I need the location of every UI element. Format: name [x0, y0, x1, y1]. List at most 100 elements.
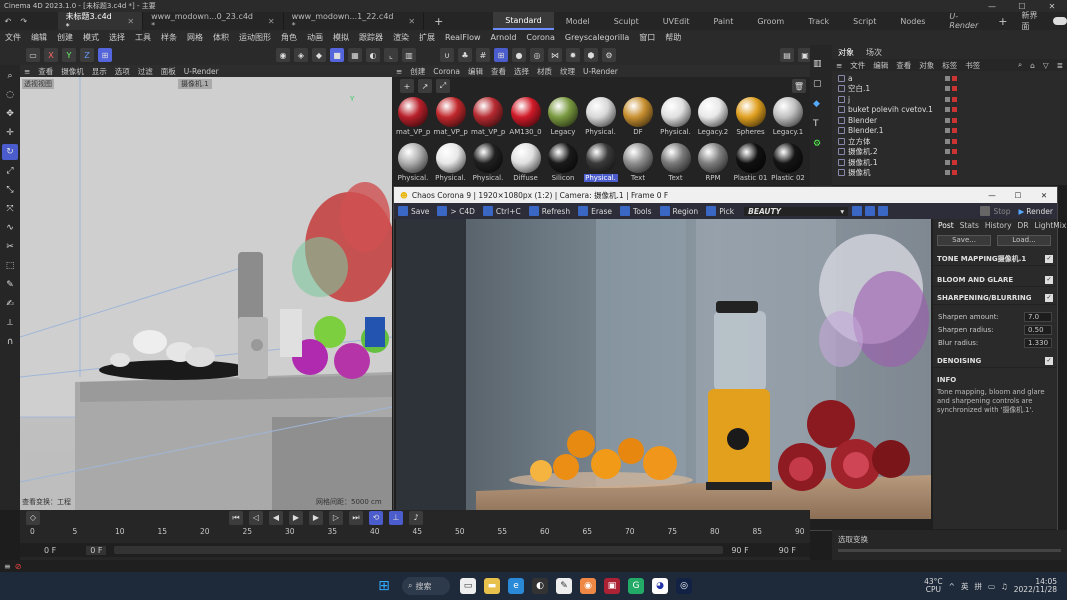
close-icon[interactable]: ✕	[268, 17, 275, 26]
material-swatch[interactable]: mat_VP_p	[471, 97, 505, 136]
next-frame-icon[interactable]: ▶	[309, 510, 323, 525]
magnet-tool-icon[interactable]: ∩	[2, 334, 18, 350]
zoom-in-icon[interactable]	[852, 206, 863, 216]
object-row[interactable]: buket polevih cvetov.1	[832, 105, 1067, 116]
material-swatch[interactable]: Text	[621, 143, 655, 182]
transform-icon[interactable]: ⤡	[2, 182, 18, 198]
viewport-menu-item[interactable]: 摄像机	[57, 66, 88, 77]
menu-item[interactable]: 跟踪器	[354, 32, 388, 43]
workplane-icon[interactable]: ⌞	[384, 48, 398, 62]
object-row[interactable]: j	[832, 94, 1067, 105]
copy-button[interactable]: Ctrl+C	[479, 206, 525, 216]
axis-y-icon[interactable]: Y	[62, 48, 76, 62]
zoom-out-icon[interactable]	[878, 206, 889, 216]
render-button[interactable]: ▶ Render	[1015, 207, 1057, 216]
render-view-icon[interactable]: ▤	[780, 48, 794, 62]
move-icon[interactable]: ✛	[2, 125, 18, 141]
material-menu-item[interactable]: 查看	[487, 66, 510, 77]
axis-x-icon[interactable]: X	[44, 48, 58, 62]
object-tab[interactable]: 对象	[832, 47, 860, 58]
material-menu-item[interactable]: 编辑	[464, 66, 487, 77]
lightbulb-icon[interactable]: ✹	[566, 48, 580, 62]
object-flags[interactable]	[945, 96, 957, 102]
material-swatch[interactable]: Diffuse	[509, 143, 543, 182]
stop-button[interactable]: Stop	[976, 206, 1014, 216]
lattice-icon[interactable]: ⊞	[494, 48, 508, 62]
close-button[interactable]: ✕	[1031, 191, 1057, 200]
end-frame[interactable]: 90 F	[731, 546, 748, 555]
home-icon[interactable]: ⌂	[1026, 61, 1039, 70]
camera-icon[interactable]: ⬢	[584, 48, 598, 62]
box-icon[interactable]: ◆	[813, 99, 829, 115]
loop-icon[interactable]: ⟲	[369, 510, 383, 525]
go-start-icon[interactable]: ⏮	[229, 510, 243, 525]
toggle-switch[interactable]	[1053, 17, 1067, 25]
menu-item[interactable]: 体积	[208, 32, 234, 43]
record-icon[interactable]: ⊥	[389, 510, 403, 525]
start-frame[interactable]: 0 F	[44, 546, 56, 555]
material-swatch[interactable]: Physical.	[434, 143, 468, 182]
hamburger-icon[interactable]: ≡	[4, 562, 11, 571]
target-icon[interactable]: ◎	[530, 48, 544, 62]
pass-select[interactable]: BEAUTY ▾	[744, 206, 849, 216]
object-menu-item[interactable]: 标签	[938, 60, 961, 71]
pipette-icon[interactable]: ⤢	[436, 79, 450, 93]
menu-item[interactable]: RealFlow	[440, 33, 486, 42]
bloom-checkbox[interactable]: ✓	[1045, 276, 1053, 284]
measure-icon[interactable]: ⟂	[2, 315, 18, 331]
object-flags[interactable]	[945, 159, 957, 165]
viewport-menu-item[interactable]: 过滤	[134, 66, 157, 77]
material-swatch[interactable]: DF	[621, 97, 655, 136]
notepad-icon[interactable]: ✎	[556, 578, 572, 594]
filter-icon[interactable]: ▽	[1039, 61, 1053, 70]
zoom-fit-icon[interactable]	[865, 206, 876, 216]
object-row[interactable]: 摄像机.2	[832, 147, 1067, 158]
tone-mapping-checkbox[interactable]: ✓	[1045, 255, 1053, 263]
material-menu-item[interactable]: 创建	[406, 66, 429, 77]
uv-mode-icon[interactable]: ▦	[348, 48, 362, 62]
menu-item[interactable]: 帮助	[660, 32, 686, 43]
palette-icon[interactable]: ▥	[813, 59, 829, 75]
bloom-section[interactable]: BLOOM AND GLARE ✓	[933, 274, 1057, 287]
menu-item[interactable]: 窗口	[634, 32, 660, 43]
search-box[interactable]: ⌕ 搜索	[402, 577, 450, 595]
menu-item[interactable]: 文件	[0, 32, 26, 43]
polygon-mode-icon[interactable]: ◆	[312, 48, 326, 62]
folder-icon[interactable]: ▬	[484, 578, 500, 594]
menu-item[interactable]: 编辑	[26, 32, 52, 43]
c4d-taskbar-icon[interactable]: ◎	[676, 578, 692, 594]
save-settings-button[interactable]: Save...	[937, 234, 991, 246]
material-swatch[interactable]: Physical.	[471, 143, 505, 182]
keyframe-icon[interactable]: ◇	[26, 510, 40, 525]
viewport-menu-item[interactable]: 查看	[34, 66, 57, 77]
text-icon[interactable]: T	[813, 119, 829, 135]
files-icon[interactable]: ▭	[460, 578, 476, 594]
material-swatch[interactable]: mat_VP_p	[434, 97, 468, 136]
settings-icon[interactable]: ≣	[1053, 61, 1067, 70]
menu-item[interactable]: 角色	[276, 32, 302, 43]
object-flags[interactable]	[945, 149, 957, 155]
app3-icon[interactable]: ◕	[652, 578, 668, 594]
menu-item[interactable]: Arnold	[486, 33, 522, 42]
play-icon[interactable]: ▶	[289, 510, 303, 525]
hamburger-icon[interactable]: ≡	[392, 67, 406, 76]
prev-key-icon[interactable]: ◁	[249, 510, 263, 525]
add-layout-icon[interactable]: +	[992, 15, 1013, 28]
corona-side-tab[interactable]: Stats	[957, 221, 982, 230]
menu-item[interactable]: 渲染	[388, 32, 414, 43]
layout-tab-uvedit[interactable]: UVEdit	[651, 12, 702, 30]
material-swatch[interactable]: Text	[659, 143, 693, 182]
pivot-icon[interactable]: ⤧	[2, 201, 18, 217]
object-tab[interactable]: 场次	[860, 47, 888, 58]
layout-tab-nodes[interactable]: Nodes	[888, 12, 937, 30]
minimize-button[interactable]: —	[979, 191, 1005, 200]
object-flags[interactable]	[945, 138, 957, 144]
volume-icon[interactable]: ♫	[1001, 582, 1008, 591]
move-sel-icon[interactable]: ✥	[2, 106, 18, 122]
live-select-icon[interactable]: ◌	[2, 87, 18, 103]
material-menu-item[interactable]: 纹理	[556, 66, 579, 77]
doc-tab-3[interactable]: www_modown...1_22.c4d * ✕	[284, 12, 425, 30]
prev-frame-icon[interactable]: ◀	[269, 510, 283, 525]
material-swatch[interactable]: Legacy.2	[696, 97, 730, 136]
extrude-icon[interactable]: ⬚	[2, 258, 18, 274]
